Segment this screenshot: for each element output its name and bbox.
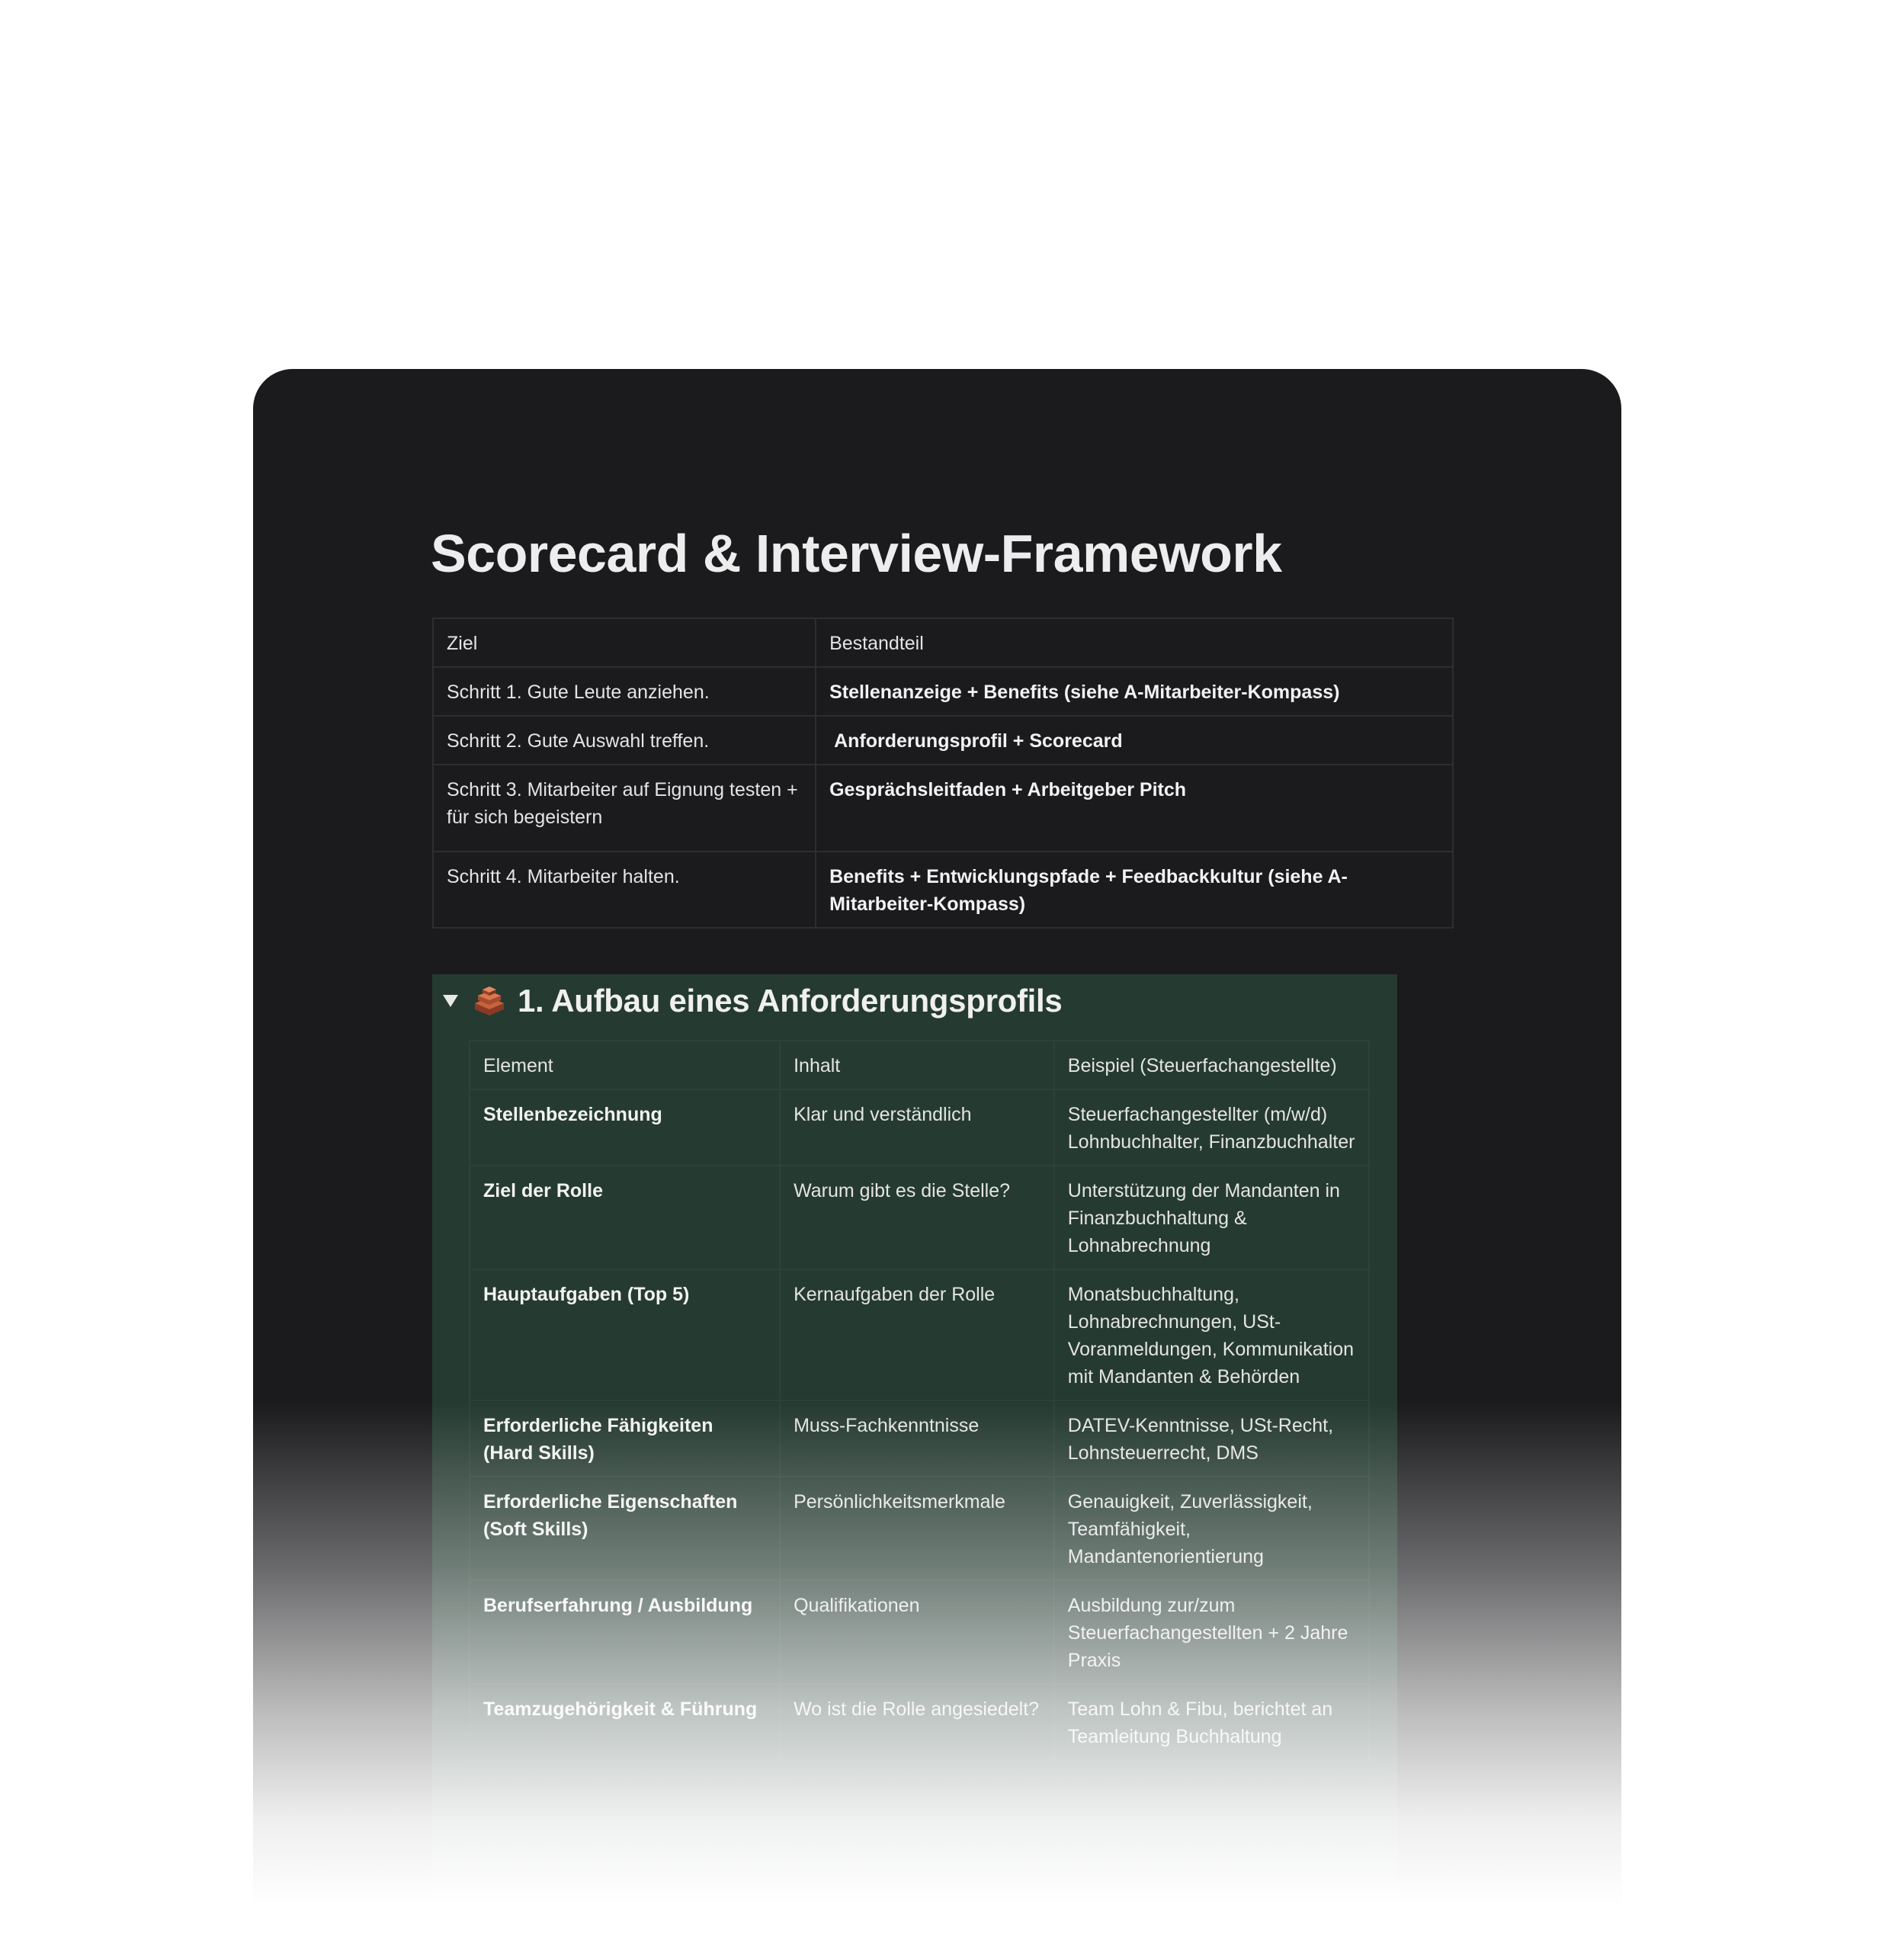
table-cell-ziel: Schritt 2. Gute Auswahl treffen. (431, 715, 817, 765)
table-cell-inhalt: Persönlichkeitsmerkmale (779, 1476, 1055, 1581)
table-cell-element: Erforderliche Fähigkeiten (Hard Skills) (468, 1400, 781, 1477)
table-cell-bestandteil: Gesprächsleitfaden + Arbeitgeber Pitch (815, 764, 1454, 852)
document-card: Scorecard & Interview-Framework Ziel Bes… (253, 369, 1621, 1960)
table-cell-ziel: Schritt 3. Mitarbeiter auf Eignung teste… (431, 764, 817, 852)
table-cell-inhalt: Kernaufgaben der Rolle (779, 1269, 1055, 1401)
table-cell-beispiel: Ausbildung zur/zum Steuerfachangestellte… (1053, 1580, 1371, 1685)
page-title: Scorecard & Interview-Framework (431, 524, 1282, 583)
table-header-cell: Ziel (431, 618, 817, 668)
table-cell-inhalt: Klar und verständlich (779, 1089, 1055, 1166)
table-cell-inhalt: Qualifikationen (779, 1580, 1055, 1685)
toggle-title: 1. Aufbau eines Anforderungsprofils (518, 983, 1063, 1018)
table-cell-beispiel: Steuerfachangestellter (m/w/d) Lohnbuchh… (1053, 1089, 1371, 1166)
table-row: Berufserfahrung / Ausbildung Qualifikati… (468, 1580, 1371, 1685)
table-cell-element: Berufserfahrung / Ausbildung (468, 1580, 781, 1685)
table-cell-beispiel: Unterstützung der Mandanten in Finanzbuc… (1053, 1165, 1371, 1270)
anforderungsprofil-table: Element Inhalt Beispiel (Steuerfachanges… (468, 1040, 1371, 1761)
table-cell-beispiel: Genauigkeit, Zuverlässigkeit, Teamfähigk… (1053, 1476, 1371, 1581)
table-cell-bestandteil: Benefits + Entwicklungspfade + Feedbackk… (815, 851, 1454, 929)
table-cell-inhalt: Warum gibt es die Stelle? (779, 1165, 1055, 1270)
toggle-triangle-icon[interactable] (443, 995, 458, 1007)
table-cell-element: Erforderliche Eigenschaften (Soft Skills… (468, 1476, 781, 1581)
table-row: Stellenbezeichnung Klar und verständlich… (468, 1089, 1371, 1166)
table-cell-element: Stellenbezeichnung (468, 1089, 781, 1166)
table-cell-element: Ziel der Rolle (468, 1165, 781, 1270)
brick-icon (475, 986, 504, 1015)
table-header-cell: Bestandteil (815, 618, 1454, 668)
table-cell-inhalt: Wo ist die Rolle angesiedelt? (779, 1683, 1055, 1761)
overview-table: Ziel Bestandteil Schritt 1. Gute Leute a… (431, 618, 1454, 929)
table-cell-element: Teamzugehörigkeit & Führung (468, 1683, 781, 1761)
table-header-cell: Beispiel (Steuerfachangestellte) (1053, 1040, 1371, 1090)
table-header-cell: Inhalt (779, 1040, 1055, 1090)
table-header-cell: Element (468, 1040, 781, 1090)
table-row: Schritt 2. Gute Auswahl treffen. Anforde… (431, 715, 1454, 765)
table-row: Ziel der Rolle Warum gibt es die Stelle?… (468, 1165, 1371, 1270)
toggle-header[interactable]: 1. Aufbau eines Anforderungsprofils (432, 974, 1063, 1028)
table-cell-ziel: Schritt 4. Mitarbeiter halten. (431, 851, 817, 929)
table-header-row: Ziel Bestandteil (431, 618, 1454, 668)
table-row: Hauptaufgaben (Top 5) Kernaufgaben der R… (468, 1269, 1371, 1401)
table-cell-bestandteil: Anforderungsprofil + Scorecard (815, 715, 1454, 765)
table-row: Erforderliche Fähigkeiten (Hard Skills) … (468, 1400, 1371, 1477)
table-row: Schritt 3. Mitarbeiter auf Eignung teste… (431, 764, 1454, 852)
table-row: Schritt 1. Gute Leute anziehen. Stellena… (431, 666, 1454, 717)
table-row: Teamzugehörigkeit & Führung Wo ist die R… (468, 1683, 1371, 1761)
table-row: Schritt 4. Mitarbeiter halten. Benefits … (431, 851, 1454, 929)
table-cell-bestandteil: Stellenanzeige + Benefits (siehe A-Mitar… (815, 666, 1454, 717)
table-header-row: Element Inhalt Beispiel (Steuerfachanges… (468, 1040, 1371, 1090)
table-cell-beispiel: Monatsbuchhaltung, Lohnabrechnungen, USt… (1053, 1269, 1371, 1401)
toggle-block-anforderungsprofil: 1. Aufbau eines Anforderungsprofils Elem… (432, 974, 1397, 1960)
table-row: Erforderliche Eigenschaften (Soft Skills… (468, 1476, 1371, 1581)
table-cell-beispiel: DATEV-Kenntnisse, USt-Recht, Lohnsteuerr… (1053, 1400, 1371, 1477)
table-cell-element: Hauptaufgaben (Top 5) (468, 1269, 781, 1401)
table-cell-beispiel: Team Lohn & Fibu, berichtet an Teamleitu… (1053, 1683, 1371, 1761)
table-cell-inhalt: Muss-Fachkenntnisse (779, 1400, 1055, 1477)
table-cell-ziel: Schritt 1. Gute Leute anziehen. (431, 666, 817, 717)
